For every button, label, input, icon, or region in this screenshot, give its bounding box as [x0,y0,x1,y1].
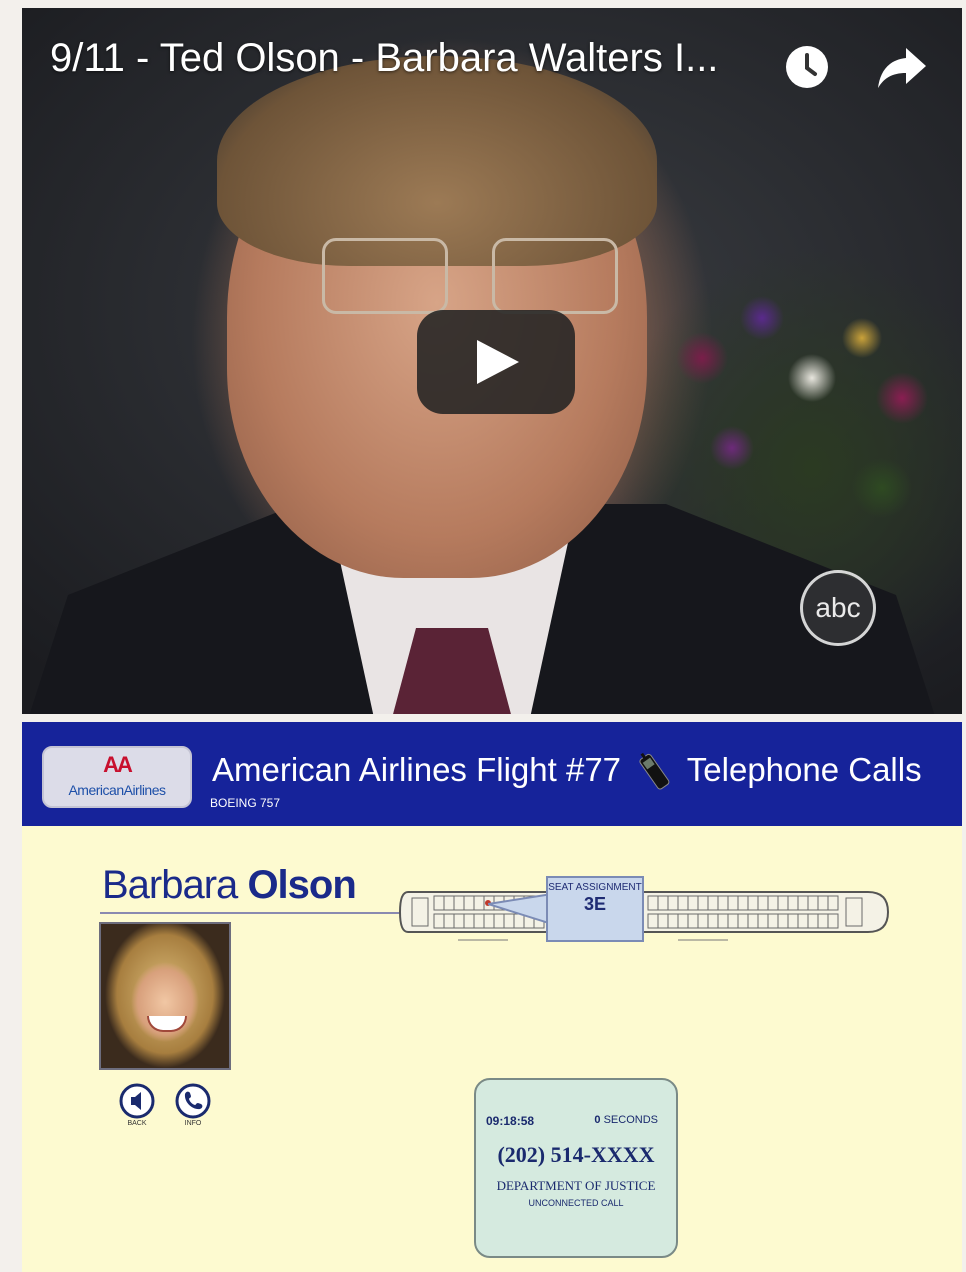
passenger-last-name: Olson [247,863,356,907]
abc-watermark: abc [800,570,876,646]
video-title[interactable]: 9/11 - Ted Olson - Barbara Walters I... [50,36,750,80]
speaker-icon[interactable] [118,1082,156,1120]
banner-title-flight: American Airlines Flight #77 [212,751,622,788]
play-button[interactable] [417,310,575,414]
call-duration: 0 SECONDS [594,1114,658,1126]
call-time: 09:18:58 [486,1114,535,1128]
logo-word: AmericanAirlines [68,782,166,798]
call-department: DEPARTMENT OF JUSTICE [496,1178,656,1193]
video-frame-glasses [312,238,632,318]
name-divider [100,912,400,914]
info-label: INFO [184,1120,202,1127]
seat-number: 3E [583,894,607,914]
seat-assignment-callout: SEAT ASSIGNMENT 3E [546,876,644,942]
passenger-name: Barbara Olson [102,862,357,908]
banner-title-calls: Telephone Calls [686,751,922,788]
banner-title: American Airlines Flight #77 Telephone C… [212,750,952,794]
play-icon [477,340,519,384]
seat-callout-pointer [488,894,552,924]
aircraft-type: BOEING 757 [210,796,281,810]
call-time-row: 09:18:58 0 SECONDS [486,1114,666,1128]
share-icon[interactable] [876,44,928,90]
flight-call-panel: AA AmericanAirlines American Airlines Fl… [22,722,962,1272]
phone-icon[interactable] [174,1082,212,1120]
back-label: BACK [127,1120,147,1127]
logo-mark: AA [103,752,133,777]
call-status: UNCONNECTED CALL [528,1198,624,1208]
american-airlines-logo: AA AmericanAirlines [42,746,192,808]
banner: AA AmericanAirlines American Airlines Fl… [22,722,962,826]
passenger-first-name: Barbara [102,863,238,907]
passenger-photo [99,922,231,1070]
video-frame-hair [217,56,657,266]
seat-assignment-label: SEAT ASSIGNMENT [548,882,642,893]
call-record-card: 09:18:58 0 SECONDS (202) 514-XXXX DEPART… [474,1078,678,1258]
seat-map-diagram [398,891,890,941]
video-player[interactable]: 9/11 - Ted Olson - Barbara Walters I... … [22,8,962,714]
call-phone-number: (202) 514-XXXX [497,1142,655,1167]
clock-icon[interactable] [784,44,830,90]
cell-phone-icon [639,753,670,790]
